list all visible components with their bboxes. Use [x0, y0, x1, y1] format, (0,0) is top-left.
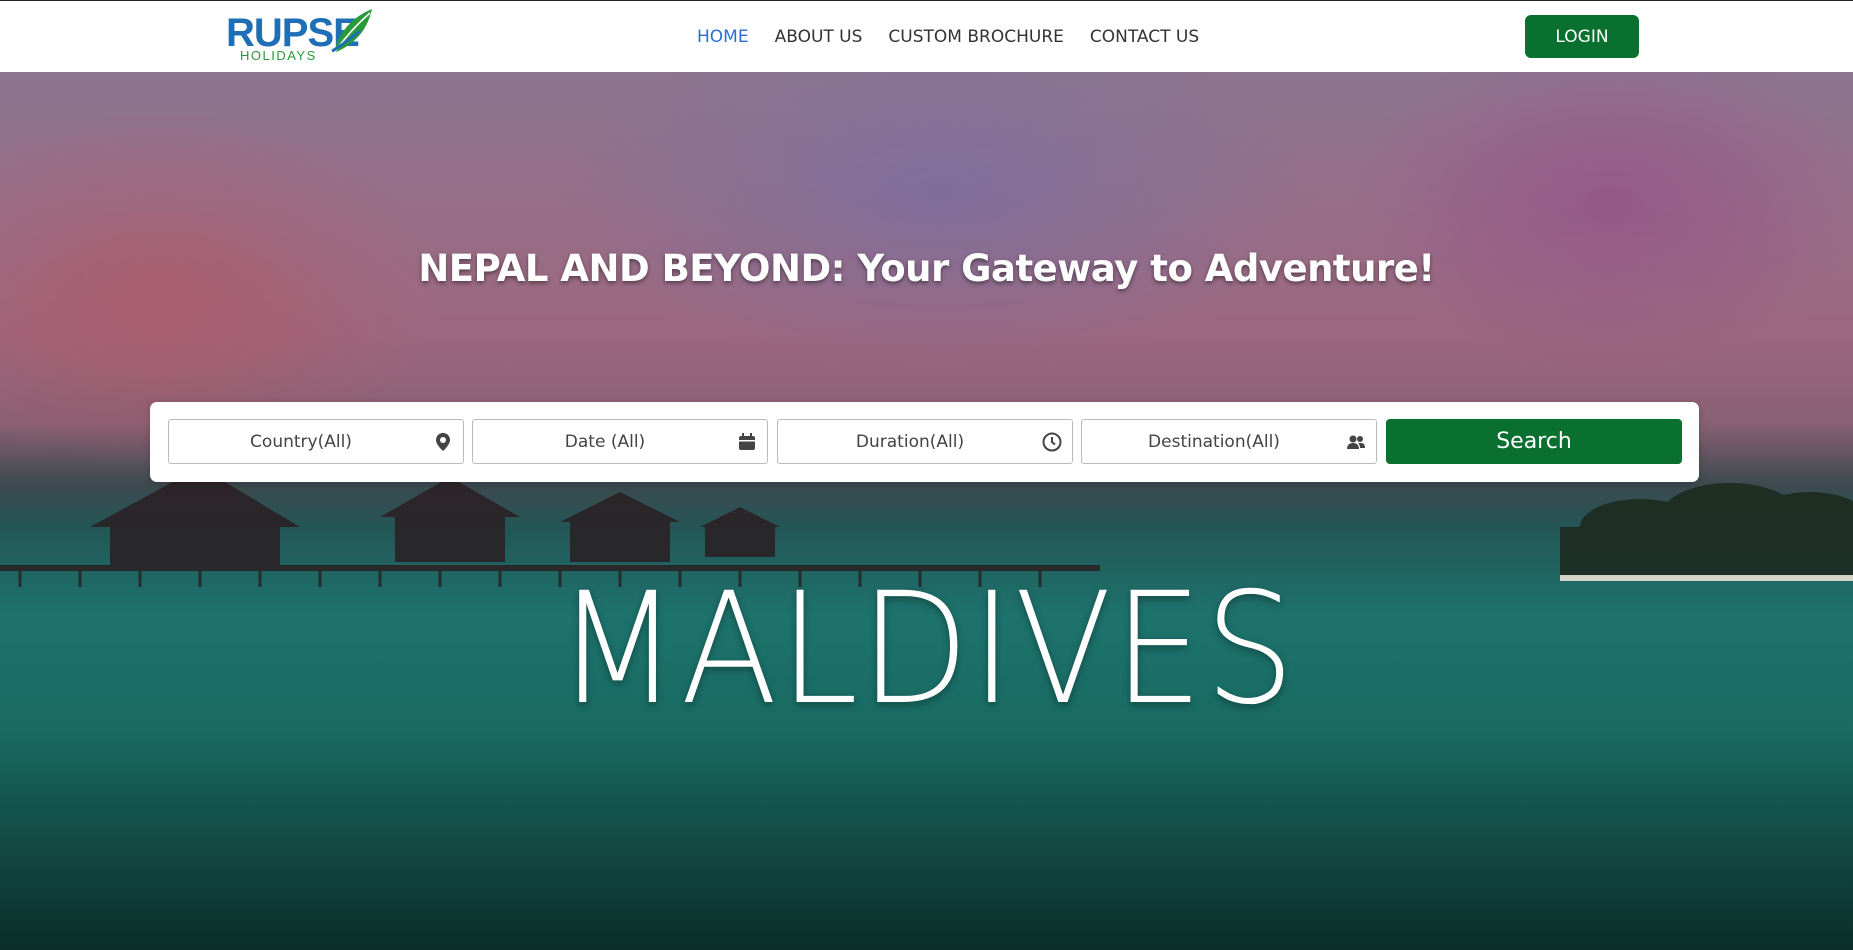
top-navbar: RUPSE HOLIDAYS HOME ABOUT US CUSTOM BROC…	[0, 0, 1853, 72]
leaf-icon	[331, 9, 372, 54]
brand-logo[interactable]: RUPSE HOLIDAYS	[226, 7, 372, 65]
nav-home[interactable]: HOME	[697, 25, 749, 49]
main-nav: HOME ABOUT US CUSTOM BROCHURE CONTACT US	[697, 25, 1225, 49]
sky-glow	[1350, 72, 1853, 372]
nav-about-us[interactable]: ABOUT US	[775, 25, 863, 49]
calendar-icon	[739, 433, 755, 450]
search-button[interactable]: Search	[1386, 419, 1682, 464]
search-panel: Country(All) Date (All) Duration(All) De…	[150, 402, 1699, 482]
duration-select-label: Duration(All)	[855, 431, 965, 452]
hero-banner: NEPAL AND BEYOND: Your Gateway to Advent…	[0, 72, 1853, 950]
destination-select-label: Destination(All)	[1148, 431, 1280, 452]
date-select[interactable]: Date (All)	[472, 419, 768, 464]
sky-glow	[560, 72, 1320, 372]
country-select[interactable]: Country(All)	[168, 419, 464, 464]
map-pin-icon	[436, 433, 450, 451]
nav-custom-brochure[interactable]: CUSTOM BROCHURE	[888, 25, 1063, 49]
date-select-label: Date (All)	[564, 431, 646, 452]
destination-select[interactable]: Destination(All)	[1081, 419, 1377, 464]
duration-select[interactable]: Duration(All)	[777, 419, 1073, 464]
nav-contact-us[interactable]: CONTACT US	[1090, 25, 1199, 49]
featured-destination: MALDIVES	[556, 560, 1297, 739]
people-icon	[1347, 435, 1365, 449]
login-button[interactable]: LOGIN	[1525, 15, 1639, 58]
hero-tagline: NEPAL AND BEYOND: Your Gateway to Advent…	[418, 247, 1435, 290]
clock-icon	[1042, 432, 1062, 452]
brand-sub: HOLIDAYS	[240, 48, 317, 63]
country-select-label: Country(All)	[250, 431, 352, 452]
